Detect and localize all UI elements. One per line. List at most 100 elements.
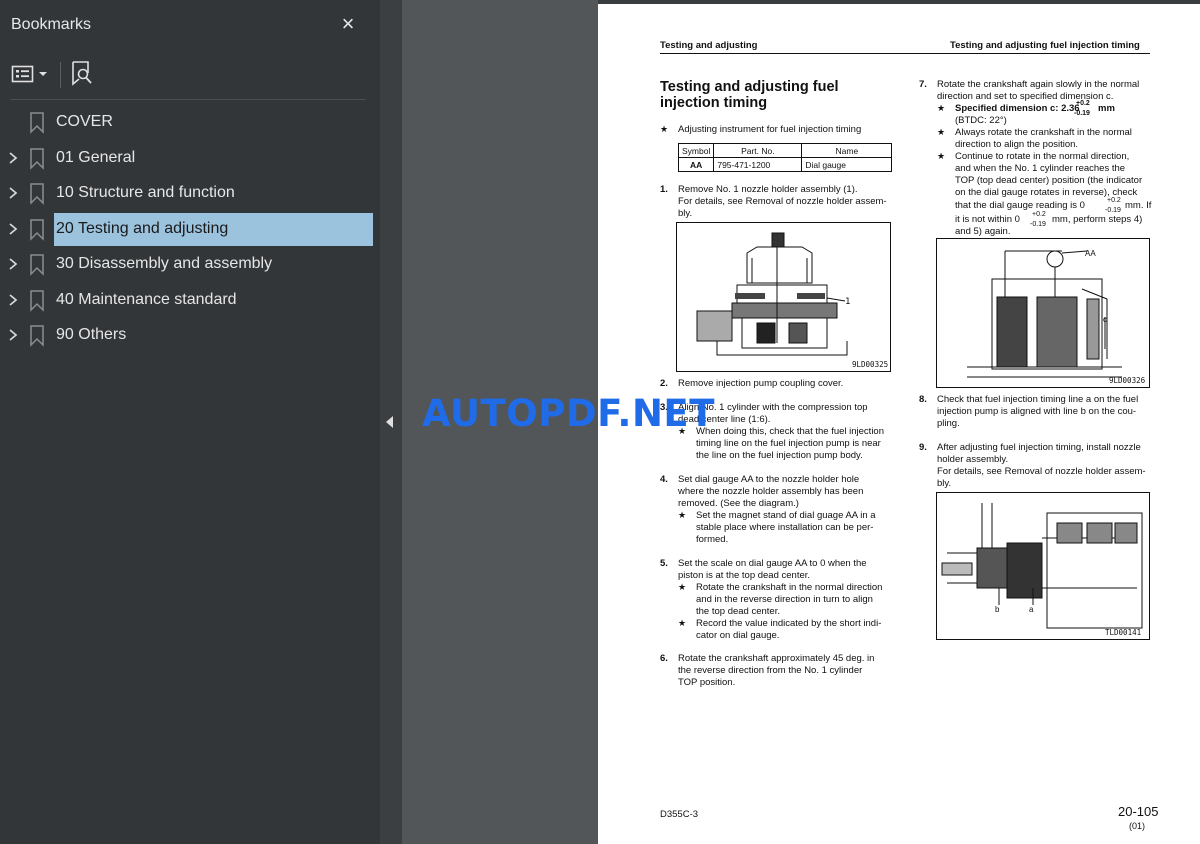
step-text: Rotate the crankshaft again slowly in th… bbox=[937, 79, 1140, 90]
step-text: For details, see Removal of nozzle holde… bbox=[937, 466, 1146, 477]
figure-code: 9LD00326 bbox=[1109, 376, 1146, 385]
callout-label: AA bbox=[1085, 249, 1096, 258]
chevron-right-icon[interactable] bbox=[6, 186, 20, 200]
list-options-icon bbox=[11, 65, 47, 83]
step-text: Rotate the crankshaft approximately 45 d… bbox=[678, 653, 875, 664]
step-text: the reverse direction from the No. 1 cyl… bbox=[678, 665, 863, 676]
spec-unit: mm bbox=[1098, 103, 1115, 114]
chevron-right-icon[interactable] bbox=[6, 257, 20, 271]
running-header-right: Testing and adjusting fuel injection tim… bbox=[950, 40, 1140, 51]
bookmark-90-others[interactable]: 90 Others bbox=[0, 319, 380, 352]
step-note: and when the No. 1 cylinder reaches the bbox=[955, 163, 1126, 174]
bookmarks-divider bbox=[10, 99, 366, 100]
step-number: 4. bbox=[660, 474, 668, 485]
bookmark-30-disassembly[interactable]: 30 Disassembly and assembly bbox=[0, 248, 380, 281]
star-bullet: ★ bbox=[937, 151, 946, 161]
bookmarks-title: Bookmarks bbox=[11, 16, 92, 33]
table-cell: Dial gauge bbox=[801, 157, 893, 172]
step-text: injection pump is aligned with line b on… bbox=[937, 406, 1137, 417]
figure-code: TLD00141 bbox=[1105, 628, 1142, 637]
step-text: piston is at the top dead center. bbox=[678, 570, 811, 581]
step-note: that the dial gauge reading is 0 bbox=[955, 200, 1085, 211]
bookmark-01-general[interactable]: 01 General bbox=[0, 142, 380, 175]
callout-label: c bbox=[1103, 315, 1107, 324]
bookmark-icon bbox=[30, 218, 44, 241]
bookmark-icon bbox=[30, 112, 44, 134]
step-number: 6. bbox=[660, 653, 668, 664]
bookmark-label: 20 Testing and adjusting bbox=[56, 219, 229, 237]
bookmark-icon bbox=[30, 147, 44, 170]
bookmark-icon bbox=[30, 254, 44, 276]
step-number: 1. bbox=[660, 184, 668, 195]
model-number: D355C-3 bbox=[660, 809, 699, 820]
step-note: the top dead center. bbox=[696, 606, 780, 617]
chevron-right-icon[interactable] bbox=[6, 151, 20, 165]
step-text: Check that fuel injection timing line a … bbox=[937, 394, 1139, 405]
bookmarks-toolbar bbox=[0, 56, 380, 92]
callout-label: a bbox=[1029, 605, 1034, 614]
figure-nozzle-holder: 1 9LD00325 bbox=[676, 222, 891, 372]
find-bookmark-button[interactable] bbox=[70, 58, 96, 90]
step-number: 8. bbox=[919, 394, 927, 405]
chevron-right-icon[interactable] bbox=[6, 222, 20, 236]
chevron-right-icon[interactable] bbox=[6, 293, 20, 307]
bookmark-cover[interactable]: COVER bbox=[0, 106, 380, 139]
step-text: Remove No. 1 nozzle holder assembly (1). bbox=[678, 184, 858, 195]
step-text: TOP position. bbox=[678, 677, 736, 688]
panel-splitter[interactable] bbox=[380, 0, 402, 844]
step-note: direction to align the position. bbox=[955, 139, 1079, 150]
table-header-row: Symbol Part. No. Name bbox=[677, 143, 893, 158]
page-revision: (01) bbox=[1129, 821, 1146, 831]
step-text: Set the scale on dial gauge AA to 0 when… bbox=[678, 558, 867, 569]
coupling-diagram bbox=[941, 503, 1143, 629]
callout-label: b bbox=[995, 605, 1000, 614]
bookmark-icon bbox=[30, 325, 44, 347]
collapse-panel-icon[interactable] bbox=[386, 416, 393, 428]
step-note: timing line on the fuel injection pump i… bbox=[696, 438, 881, 449]
step-text: removed. (See the diagram.) bbox=[678, 498, 799, 509]
step-note: Continue to rotate in the normal directi… bbox=[955, 151, 1130, 162]
star-bullet: ★ bbox=[678, 618, 687, 628]
step-number: 7. bbox=[919, 79, 927, 90]
bookmarks-header: Bookmarks × bbox=[0, 0, 380, 52]
step-number: 5. bbox=[660, 558, 668, 569]
table-row: AA 795-471-1200 Dial gauge bbox=[677, 157, 893, 172]
step-note: mm, perform steps 4) bbox=[1052, 214, 1143, 225]
table-header-cell: Part. No. bbox=[713, 143, 803, 158]
figure-coupling: b a TLD00141 bbox=[936, 492, 1150, 640]
bookmark-icon bbox=[30, 183, 44, 205]
step-number: 2. bbox=[660, 378, 668, 389]
bookmarks-panel: Bookmarks × COVER 01 General 10 Structur… bbox=[0, 0, 380, 844]
step-text: Remove injection pump coupling cover. bbox=[678, 378, 844, 389]
bookmark-20-testing[interactable]: 20 Testing and adjusting bbox=[0, 212, 380, 246]
bookmark-10-structure[interactable]: 10 Structure and function bbox=[0, 177, 380, 210]
figure-dial-gauge: AA c 9LD00326 bbox=[936, 238, 1150, 388]
step-note: (BTDC: 22°) bbox=[955, 115, 1007, 126]
bookmark-40-maintenance[interactable]: 40 Maintenance standard bbox=[0, 284, 380, 317]
intro-text: Adjusting instrument for fuel injection … bbox=[678, 124, 862, 135]
step-note: TOP (top dead center) position (the indi… bbox=[955, 175, 1143, 186]
star-bullet: ★ bbox=[937, 103, 946, 113]
tolerance-minus: -0.19 bbox=[1030, 221, 1046, 228]
step-note: and 5) again. bbox=[955, 226, 1011, 237]
callout-label: 1 bbox=[845, 297, 851, 307]
star-bullet: ★ bbox=[678, 510, 687, 520]
figure-code: 9LD00325 bbox=[852, 360, 889, 369]
step-text: where the nozzle holder assembly has bee… bbox=[678, 486, 864, 497]
tolerance-minus: -0.19 bbox=[1074, 110, 1090, 117]
star-bullet: ★ bbox=[937, 127, 946, 137]
step-text: bly. bbox=[937, 478, 952, 489]
dial-gauge-diagram bbox=[967, 250, 1122, 378]
bookmark-label: 01 General bbox=[56, 148, 136, 166]
close-icon[interactable]: × bbox=[338, 13, 358, 35]
step-note: Set the magnet stand of dial guage AA in… bbox=[696, 510, 876, 521]
step-note: and in the reverse direction in turn to … bbox=[696, 594, 873, 605]
bookmark-options-button[interactable] bbox=[11, 58, 47, 90]
page-number: 20-105 bbox=[1118, 804, 1159, 819]
step-text: Set dial gauge AA to the nozzle holder h… bbox=[678, 474, 860, 485]
running-header-left: Testing and adjusting bbox=[660, 40, 758, 51]
step-note: formed. bbox=[696, 534, 729, 545]
engine-diagram bbox=[696, 232, 848, 356]
table-header-cell: Name bbox=[801, 143, 893, 158]
chevron-right-icon[interactable] bbox=[6, 328, 20, 342]
